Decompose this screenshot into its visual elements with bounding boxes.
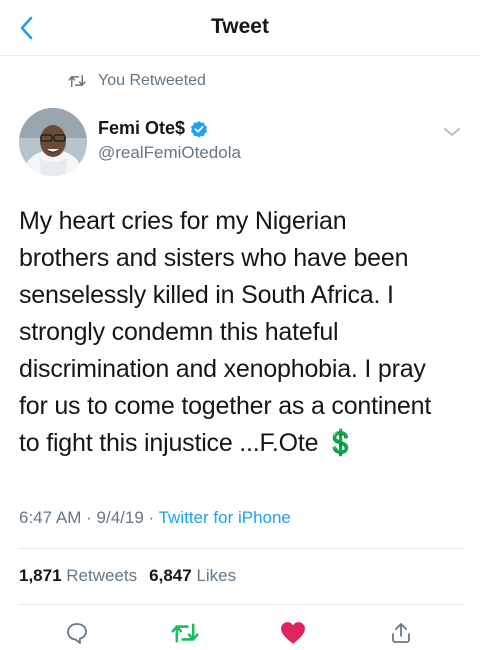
retweets-label: Retweets: [66, 566, 138, 585]
tweet-line-last: to fight this injustice ...F.Ote 💲: [19, 425, 467, 462]
retweets-stat[interactable]: 1,871 Retweets: [19, 566, 137, 585]
author-name[interactable]: Femi Ote$: [98, 118, 185, 139]
tweet-line: discrimination and xenophobia. I pray: [19, 355, 426, 383]
action-bar: [0, 618, 480, 648]
tweet-date: 9/4/19: [96, 508, 144, 527]
retweets-count: 1,871: [19, 566, 62, 585]
divider: [19, 548, 464, 549]
retweet-notice-label: You Retweeted: [98, 72, 206, 89]
retweet-button[interactable]: [170, 618, 200, 648]
meta-separator: ·: [86, 508, 92, 527]
tweet-source-link[interactable]: Twitter for iPhone: [159, 508, 291, 527]
like-button[interactable]: [278, 618, 308, 648]
tweet-meta: 6:47 AM · 9/4/19 · Twitter for iPhone: [19, 508, 291, 528]
tweet-line: senselessly killed in South Africa. I: [19, 281, 394, 309]
reply-button[interactable]: [62, 618, 92, 648]
author-handle[interactable]: @realFemiOtedola: [98, 143, 241, 163]
more-options-button[interactable]: [440, 120, 464, 144]
retweet-icon: [68, 75, 86, 87]
divider: [19, 604, 464, 605]
avatar-photo: [19, 108, 87, 176]
chevron-down-icon: [444, 128, 460, 136]
avatar[interactable]: [19, 108, 87, 176]
share-icon: [392, 623, 410, 643]
likes-label: Likes: [196, 566, 237, 585]
tweet-line: My heart cries for my Nigerian: [19, 207, 347, 235]
share-button[interactable]: [386, 618, 416, 648]
tweet-line: for us to come together as a continent: [19, 392, 432, 420]
meta-separator: ·: [148, 508, 155, 527]
tweet-body: My heart cries for my Nigerian brothers …: [19, 203, 467, 462]
tweet-line: brothers and sisters who have been: [19, 244, 409, 272]
page-title: Tweet: [211, 15, 269, 38]
money-emoji: 💲: [325, 429, 356, 457]
tweet-line: strongly condemn this hateful: [19, 318, 339, 346]
retweet-notice: You Retweeted: [68, 72, 206, 90]
likes-count: 6,847: [149, 566, 192, 585]
verified-badge-icon: [190, 120, 208, 138]
retweet-icon: [171, 623, 199, 643]
reply-icon: [67, 623, 87, 644]
likes-stat[interactable]: 6,847 Likes: [149, 566, 236, 585]
tweet-time: 6:47 AM: [19, 508, 82, 527]
tweet-line: to fight this injustice ...F.Ote: [19, 429, 319, 457]
heart-icon: [281, 622, 305, 644]
tweet-stats: 1,871 Retweets 6,847 Likes: [19, 566, 236, 586]
author-name-row[interactable]: Femi Ote$: [98, 118, 208, 139]
top-bar: Tweet: [0, 0, 480, 56]
